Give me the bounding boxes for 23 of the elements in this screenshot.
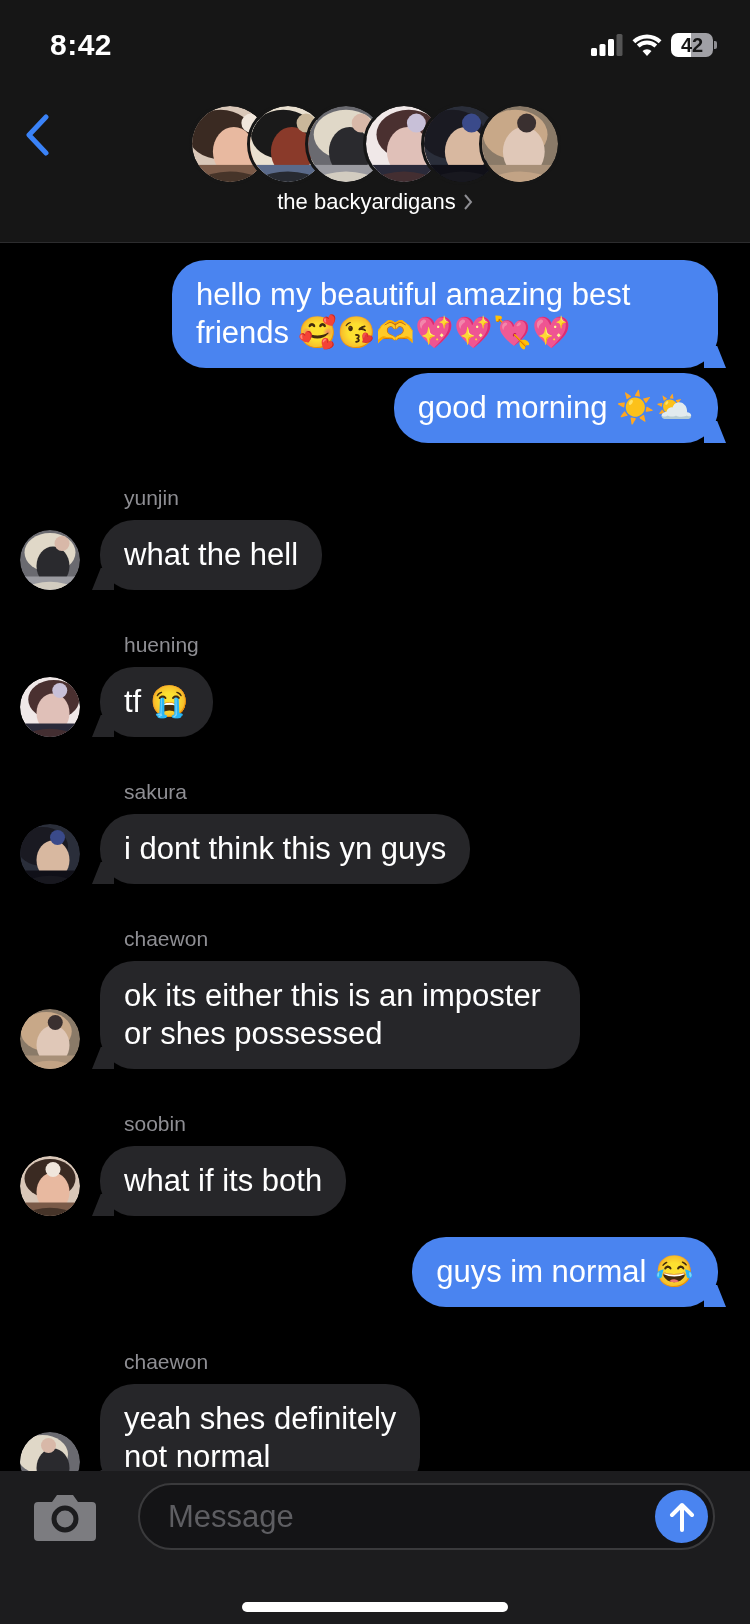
arrow-up-icon bbox=[668, 1501, 695, 1532]
message-field[interactable]: Message bbox=[138, 1483, 715, 1550]
wifi-icon bbox=[632, 34, 662, 56]
group-name-button[interactable]: the backyardigans bbox=[277, 189, 473, 215]
message-bubble: ok its either this is an imposter or shes possessed bbox=[92, 961, 580, 1069]
clock-time: 8:42 bbox=[50, 28, 114, 62]
message-bubble: good morning ☀⛅ bbox=[393, 373, 726, 443]
message-bubble: what if its both bbox=[92, 1146, 347, 1216]
message-bubble: hello my beautiful amazing best friends 🥰😘🫶💖💖💘💖 bbox=[172, 260, 726, 368]
message-bubble: guys im normal 😂 bbox=[412, 1237, 726, 1307]
message-bubble: tf 😭 bbox=[92, 667, 213, 737]
sender-name: sakura bbox=[124, 779, 189, 805]
sender-name: chaewon bbox=[124, 1349, 210, 1375]
back-icon[interactable] bbox=[24, 114, 50, 156]
message-bubble: i dont think this yn guys bbox=[92, 814, 471, 884]
sender-name: chaewon bbox=[124, 926, 210, 952]
message-bubble: what the hell bbox=[92, 520, 323, 590]
signal-icon bbox=[591, 34, 623, 56]
chevron-icon bbox=[463, 194, 473, 210]
sender-name: yunjin bbox=[124, 485, 180, 511]
sender-name: soobin bbox=[124, 1111, 187, 1137]
sender-name: huening bbox=[124, 632, 200, 658]
camera-icon[interactable] bbox=[34, 1492, 96, 1541]
